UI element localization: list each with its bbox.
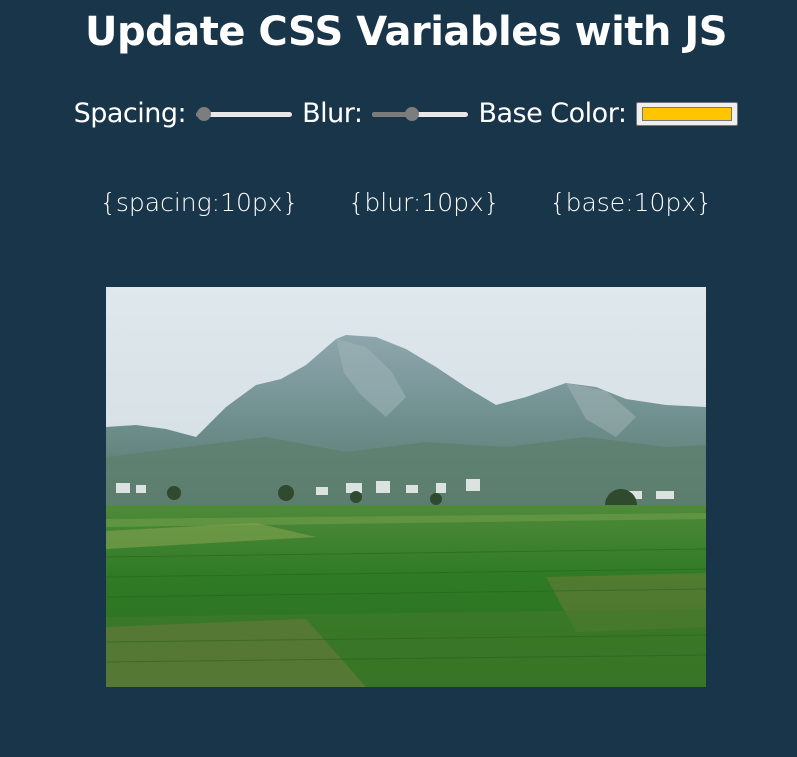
blur-value-text: {blur:10px} [348, 188, 500, 217]
base-value-text: {base:10px} [549, 188, 712, 217]
landscape-photo [106, 287, 706, 687]
spacing-value-text: {spacing:10px} [100, 188, 299, 217]
spacing-label: Spacing: [73, 98, 187, 129]
landscape-photo-icon [106, 287, 706, 687]
spacing-slider[interactable] [196, 106, 293, 121]
base-color-picker[interactable] [636, 101, 739, 126]
base-color-swatch [642, 106, 733, 121]
page-title: Update CSS Variables with JS [84, 9, 728, 55]
blur-label: Blur: [302, 98, 363, 129]
blur-slider[interactable] [372, 106, 469, 121]
blur-slider-thumb[interactable] [404, 106, 419, 121]
variable-values: {spacing:10px} {blur:10px} {base:10px} [0, 188, 797, 217]
base-color-label: Base Color: [478, 98, 627, 129]
controls-bar: Spacing: Blur: Base Color: [0, 98, 797, 129]
page: Update CSS Variables with JS Spacing: Bl… [0, 0, 797, 757]
spacing-slider-thumb[interactable] [196, 106, 211, 121]
